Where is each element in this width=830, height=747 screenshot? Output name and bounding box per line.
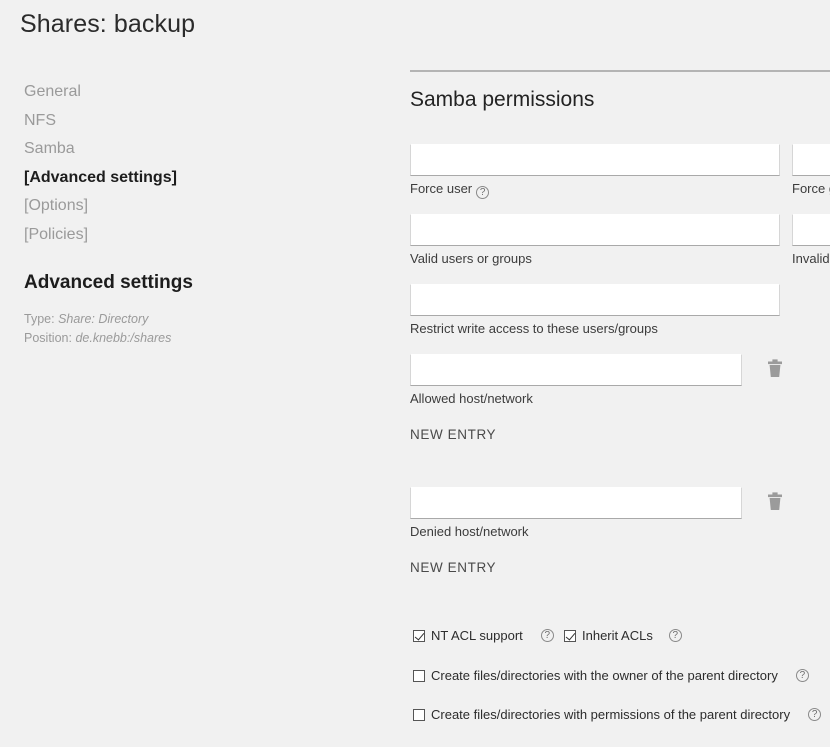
section-heading: Advanced settings xyxy=(24,272,193,293)
metadata-position-key: Position: xyxy=(24,331,72,345)
sidebar: General NFS Samba [Advanced settings] [O… xyxy=(0,78,400,747)
metadata-position-value: de.knebb:/shares xyxy=(75,331,172,345)
field-force-group: Force group? xyxy=(792,144,830,199)
field-invalid-users: Invalid users or groups xyxy=(792,214,830,267)
field-denied-host: Denied host/network xyxy=(410,487,800,540)
checkbox-create-with-owner[interactable]: Create files/directories with the owner … xyxy=(413,668,809,683)
trash-icon xyxy=(768,359,782,377)
denied-host-input-wrap: Denied host/network xyxy=(410,487,742,540)
new-entry-denied-host[interactable]: NEW ENTRY xyxy=(410,560,496,575)
checkbox-nt-acl-support[interactable]: NT ACL support ? xyxy=(413,628,554,643)
delete-denied-host-button[interactable] xyxy=(764,491,786,515)
allowed-host-input[interactable] xyxy=(410,354,742,386)
force-group-label: Force group? xyxy=(792,181,830,199)
help-circle-icon[interactable]: ? xyxy=(808,708,822,721)
delete-allowed-host-button[interactable] xyxy=(764,358,786,382)
sidebar-item-general[interactable]: General xyxy=(0,78,400,107)
invalid-users-label: Invalid users or groups xyxy=(792,251,830,266)
samba-permissions-panel: Samba permissions Force user? Force grou… xyxy=(410,0,830,747)
invalid-users-input[interactable] xyxy=(792,214,830,246)
checkbox-box-nt-acl-support[interactable] xyxy=(413,629,425,642)
checkbox-label-inherit-acls[interactable]: Inherit ACLs xyxy=(582,628,653,643)
restrict-write-input[interactable] xyxy=(410,284,780,316)
force-user-input[interactable] xyxy=(410,144,780,176)
allowed-host-input-wrap: Allowed host/network xyxy=(410,354,742,407)
metadata-type: Type: Share: Directory xyxy=(24,310,171,329)
checkbox-label-nt-acl-support[interactable]: NT ACL support xyxy=(431,628,523,643)
checkbox-box-create-with-permissions[interactable] xyxy=(413,708,425,721)
checkbox-inherit-acls[interactable]: Inherit ACLs ? xyxy=(564,628,682,643)
share-metadata: Type: Share: Directory Position: de.kneb… xyxy=(0,310,171,348)
checkbox-box-inherit-acls[interactable] xyxy=(564,629,576,642)
checkbox-create-with-permissions[interactable]: Create files/directories with permission… xyxy=(413,707,822,722)
force-group-label-text: Force group xyxy=(792,181,830,196)
sidebar-nav: General NFS Samba [Advanced settings] [O… xyxy=(0,78,400,249)
metadata-type-key: Type: xyxy=(24,312,55,326)
force-user-label: Force user? xyxy=(410,181,780,199)
checkbox-box-create-with-owner[interactable] xyxy=(413,669,425,682)
page-title: Shares: backup xyxy=(20,10,196,38)
sidebar-item-options[interactable]: [Options] xyxy=(0,192,400,221)
sidebar-item-advanced-settings[interactable]: [Advanced settings] xyxy=(0,164,400,193)
field-allowed-host: Allowed host/network xyxy=(410,354,800,407)
denied-host-input[interactable] xyxy=(410,487,742,519)
checkbox-label-create-with-owner[interactable]: Create files/directories with the owner … xyxy=(431,668,778,683)
valid-users-input[interactable] xyxy=(410,214,780,246)
sidebar-item-nfs[interactable]: NFS xyxy=(0,107,400,136)
valid-users-label: Valid users or groups xyxy=(410,251,532,266)
denied-host-label: Denied host/network xyxy=(410,524,529,539)
field-force-user: Force user? xyxy=(410,144,780,199)
new-entry-allowed-host[interactable]: NEW ENTRY xyxy=(410,427,496,442)
field-valid-users: Valid users or groups xyxy=(410,214,780,267)
checkbox-label-create-with-permissions[interactable]: Create files/directories with permission… xyxy=(431,707,790,722)
help-circle-icon[interactable]: ? xyxy=(668,629,682,642)
force-group-input[interactable] xyxy=(792,144,830,176)
help-circle-icon[interactable]: ? xyxy=(476,186,490,199)
metadata-type-value: Share: Directory xyxy=(58,312,149,326)
help-circle-icon[interactable]: ? xyxy=(795,669,809,682)
field-restrict-write: Restrict write access to these users/gro… xyxy=(410,284,780,337)
help-circle-icon[interactable]: ? xyxy=(540,629,554,642)
trash-icon xyxy=(768,492,782,510)
allowed-host-label: Allowed host/network xyxy=(410,391,533,406)
panel-heading: Samba permissions xyxy=(410,88,595,111)
panel-divider xyxy=(410,70,830,72)
force-user-label-text: Force user xyxy=(410,181,473,196)
restrict-write-label: Restrict write access to these users/gro… xyxy=(410,321,658,336)
sidebar-item-samba[interactable]: Samba xyxy=(0,135,400,164)
metadata-position: Position: de.knebb:/shares xyxy=(24,329,171,348)
sidebar-item-policies[interactable]: [Policies] xyxy=(0,221,400,250)
